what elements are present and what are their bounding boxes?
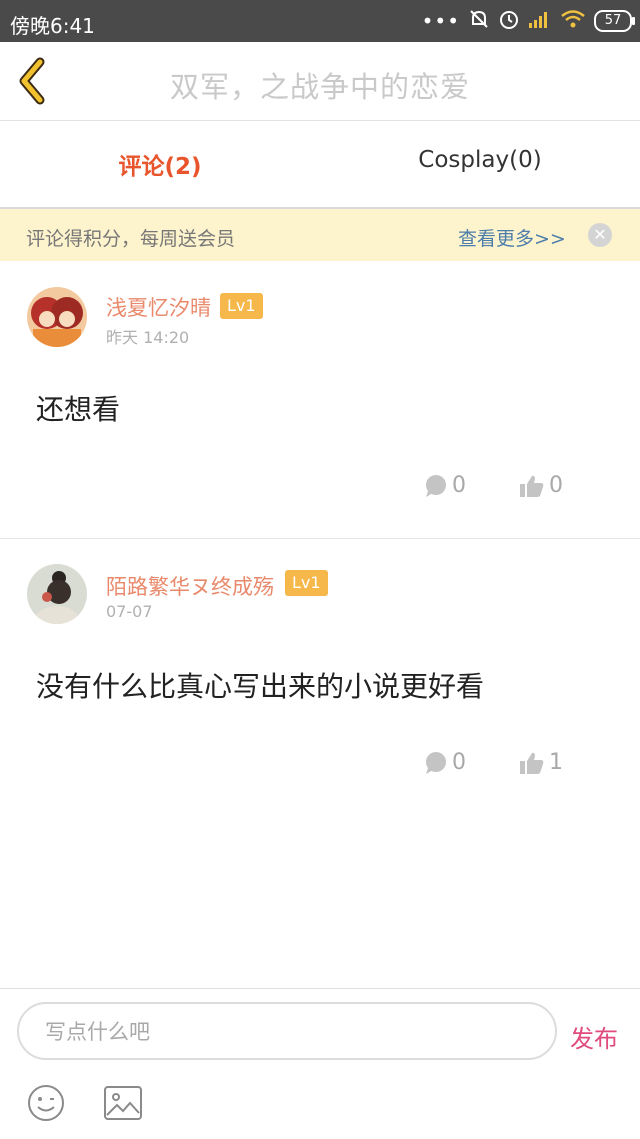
tab-cosplay[interactable]: Cosplay(0) <box>320 147 640 173</box>
status-time: 傍晚6:41 <box>10 14 95 38</box>
like-button[interactable]: 0 <box>519 473 563 498</box>
alarm-icon <box>498 8 520 35</box>
page-title: 双军，之战争中的恋爱 <box>169 70 470 104</box>
reply-count: 0 <box>452 750 466 775</box>
comment-bubble-icon <box>426 474 446 497</box>
view-more-link[interactable]: 查看更多>> <box>458 224 566 251</box>
image-button[interactable] <box>103 1085 143 1121</box>
level-badge: Lv1 <box>285 570 328 596</box>
comment-text: 没有什么比真心写出来的小说更好看 <box>36 670 485 703</box>
more-dots-icon: ••• <box>421 9 460 33</box>
reply-button[interactable]: 0 <box>424 473 466 498</box>
comment-item: 浅夏忆汐晴 Lv1 昨天 14:20 还想看 0 0 <box>0 262 640 539</box>
comment-composer: 发布 <box>0 988 640 1139</box>
mute-bell-icon <box>468 8 490 35</box>
tab-bar: 评论(2) Cosplay(0) <box>0 121 640 209</box>
tab-comments[interactable]: 评论(2) <box>0 147 320 181</box>
username[interactable]: 陌路繁华ヌ终成殇 <box>106 571 274 601</box>
image-icon <box>104 1086 142 1120</box>
comment-date: 07-07 <box>106 602 153 621</box>
promo-banner: 评论得积分，每周送会员 查看更多>> ✕ <box>0 209 640 261</box>
like-count: 1 <box>549 750 563 775</box>
status-icons: ••• 57 <box>421 8 635 35</box>
avatar[interactable] <box>27 564 87 624</box>
level-badge: Lv1 <box>220 293 263 319</box>
header-bar: 双军，之战争中的恋爱 <box>0 42 640 121</box>
username[interactable]: 浅夏忆汐晴 <box>106 292 211 322</box>
close-icon[interactable]: ✕ <box>588 223 612 247</box>
reply-count: 0 <box>452 473 466 498</box>
comment-item: 陌路繁华ヌ终成殇 Lv1 07-07 没有什么比真心写出来的小说更好看 0 1 <box>0 539 640 799</box>
comment-date: 昨天 14:20 <box>106 328 190 347</box>
emoji-button[interactable] <box>27 1084 65 1122</box>
emoji-icon <box>28 1085 64 1121</box>
signal-icon <box>528 9 552 34</box>
avatar[interactable] <box>27 287 87 347</box>
reply-button[interactable]: 0 <box>424 750 466 775</box>
comment-input[interactable] <box>43 1016 527 1048</box>
publish-button[interactable]: 发布 <box>570 1019 618 1054</box>
battery-icon: 57 <box>594 10 635 32</box>
comment-bubble-icon <box>426 751 446 774</box>
thumbs-up-icon <box>520 752 544 774</box>
like-button[interactable]: 1 <box>519 750 563 775</box>
wifi-icon <box>560 9 586 34</box>
like-count: 0 <box>549 473 563 498</box>
banner-message: 评论得积分，每周送会员 <box>26 228 236 250</box>
comment-input-box[interactable] <box>17 1002 557 1060</box>
status-bar: 傍晚6:41 ••• 57 <box>0 0 640 42</box>
comment-text: 还想看 <box>36 393 121 426</box>
thumbs-up-icon <box>520 475 544 497</box>
